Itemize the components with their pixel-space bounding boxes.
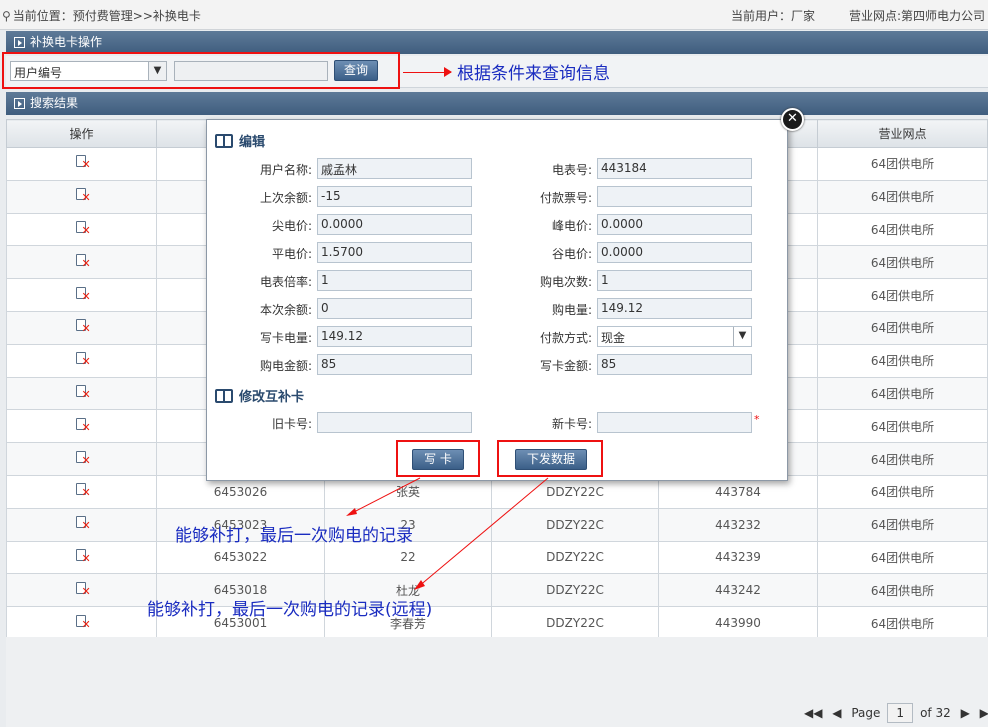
annotation-arrowhead-icon (414, 580, 425, 590)
annotation-arrowhead-icon (346, 508, 357, 516)
annotation-arrow-line (349, 477, 421, 515)
annotation-arrow-line (417, 477, 549, 588)
annotation-issue-data-note: 能够补打，最后一次购电的记录(远程) (147, 600, 433, 620)
annotation-write-card-note: 能够补打，最后一次购电的记录 (175, 526, 413, 546)
